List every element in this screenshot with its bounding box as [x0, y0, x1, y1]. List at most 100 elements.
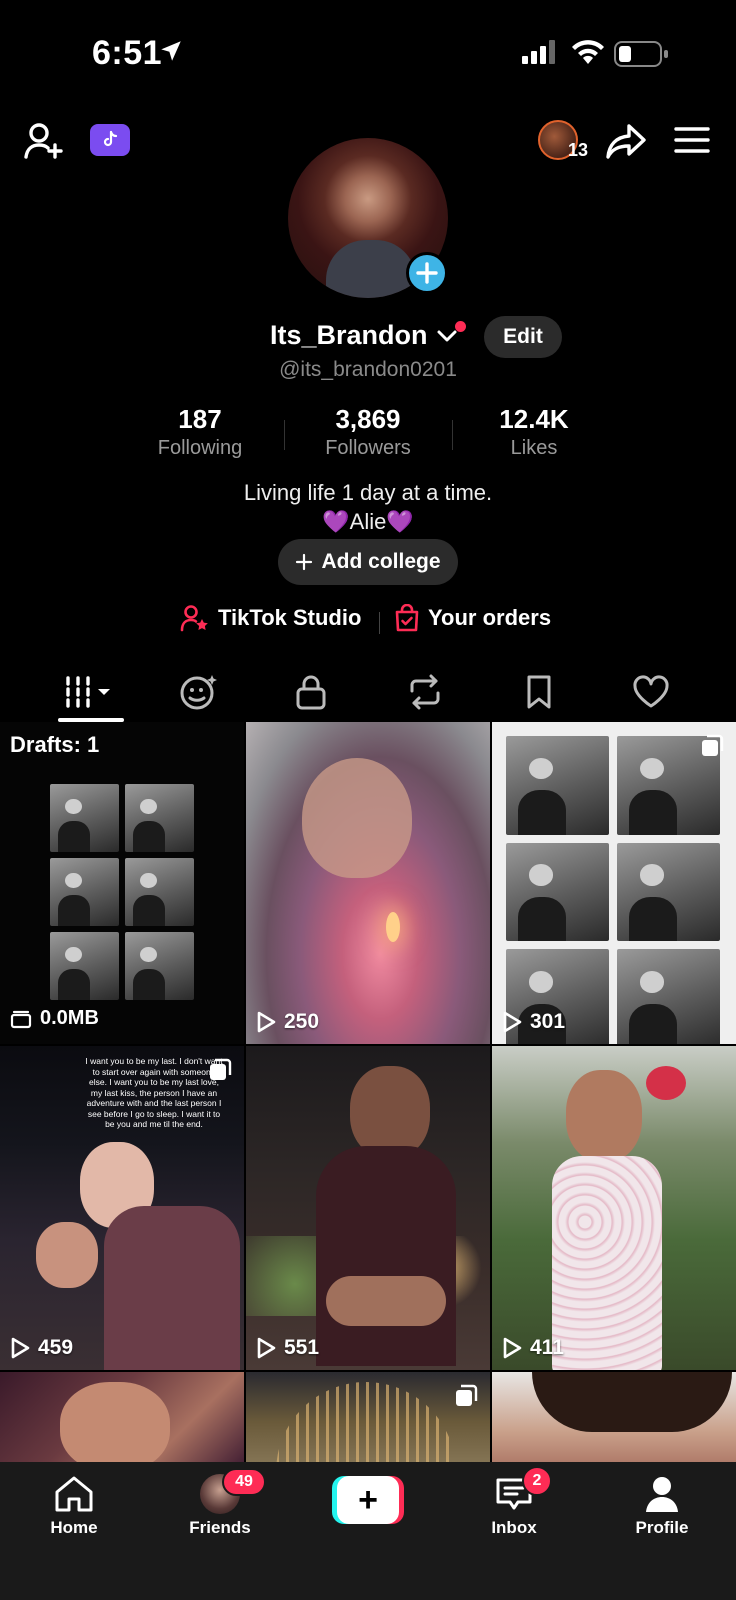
video-tile[interactable] [246, 1372, 490, 1472]
stat-divider [452, 420, 453, 450]
story-count: 13 [568, 140, 589, 160]
name-row: Its_Brandon Edit [0, 316, 736, 360]
view-count-value: 551 [284, 1336, 320, 1359]
profile-bio: Living life 1 day at a time. 💜Alie💜 [0, 478, 736, 536]
stat-likes[interactable]: 12.4K Likes [454, 404, 614, 460]
tab-liked[interactable] [594, 664, 707, 720]
view-count: 250 [256, 1010, 319, 1034]
video-overlay-text: I want you to be my last. I don't want t… [85, 1056, 223, 1129]
profile-stats: 187 Following 3,869 Followers 12.4K Like… [0, 404, 736, 464]
tab-favorites[interactable] [482, 664, 595, 720]
share-profile-button[interactable] [602, 118, 650, 166]
video-thumbnail-shirt [316, 1146, 456, 1366]
menu-button[interactable] [672, 120, 712, 160]
status-bar: 6:51 [0, 0, 736, 100]
plus-icon: + [337, 1476, 399, 1524]
video-tile[interactable]: I want you to be my last. I don't want t… [0, 1046, 244, 1370]
video-tile[interactable]: 301 [492, 722, 736, 1044]
view-count-value: 459 [38, 1336, 74, 1359]
tab-repost[interactable] [368, 664, 481, 720]
profile-username[interactable]: Its_Brandon [270, 320, 428, 351]
stat-divider [284, 420, 285, 450]
stat-label: Following [157, 437, 243, 459]
add-college-button[interactable]: Add college [278, 539, 458, 585]
play-icon [503, 1337, 522, 1359]
grid-videos-icon [65, 676, 110, 708]
wifi-icon [570, 38, 606, 71]
profile-handle: @its_brandon0201 [279, 358, 457, 381]
profile-tabs [0, 664, 736, 722]
arch-lights [276, 1382, 456, 1472]
drafts-size: 0.0MB [10, 1007, 99, 1030]
profile-avatar[interactable] [288, 138, 448, 298]
stat-label: Followers [325, 437, 411, 459]
shopping-bag-check-icon [395, 604, 419, 632]
video-thumbnail-face [350, 1066, 430, 1158]
video-tile[interactable]: 250 [246, 722, 490, 1044]
view-count-value: 411 [530, 1336, 564, 1359]
nav-friends-label: Friends [189, 1518, 251, 1537]
multi-photo-icon [454, 1384, 478, 1413]
video-tile[interactable] [492, 1372, 736, 1472]
chevron-down-icon[interactable] [436, 328, 458, 349]
multi-photo-icon [700, 734, 724, 763]
create-video-button[interactable]: + [332, 1476, 404, 1524]
nav-home[interactable]: Home [14, 1474, 134, 1538]
video-thumbnail-face [302, 758, 412, 878]
photostrip-thumbnail [506, 736, 720, 1044]
drafts-stack-icon [10, 1010, 32, 1028]
friends-badge: 49 [222, 1468, 266, 1496]
tab-videos[interactable] [34, 664, 147, 720]
tab-reposts-emoji[interactable] [142, 664, 255, 720]
video-tile[interactable] [0, 1372, 244, 1472]
view-count-value: 301 [530, 1010, 566, 1033]
home-icon [55, 1476, 93, 1512]
tiktok-studio-link[interactable]: TikTok Studio [180, 604, 361, 632]
notification-dot [455, 321, 466, 332]
add-friend-button[interactable] [20, 118, 68, 166]
floral-dress [552, 1156, 662, 1370]
play-icon [503, 1011, 522, 1033]
links-divider [379, 612, 380, 634]
view-count: 301 [502, 1010, 565, 1034]
video-thumbnail-face [60, 1382, 170, 1472]
edit-profile-button[interactable]: Edit [484, 316, 562, 358]
music-note-icon [103, 130, 118, 147]
bio-line: 💜Alie💜 [322, 509, 414, 534]
status-time: 6:51 [92, 34, 163, 72]
view-count-value: 250 [284, 1010, 320, 1033]
tab-private[interactable] [254, 664, 367, 720]
hamburger-menu-icon [674, 127, 710, 153]
hibiscus-flower [646, 1066, 686, 1100]
cellular-signal-icon [522, 40, 558, 69]
battery-icon [614, 40, 670, 73]
nav-inbox-label: Inbox [491, 1518, 537, 1537]
tiktok-music-badge-button[interactable] [90, 124, 130, 156]
bookmark-icon [527, 675, 550, 709]
drafts-label: Drafts: 1 [10, 732, 100, 757]
bio-line: Living life 1 day at a time. [243, 480, 493, 505]
repost-icon [410, 674, 439, 710]
stat-value: 187 [178, 404, 222, 434]
view-count: 459 [10, 1336, 73, 1360]
nav-inbox[interactable]: Inbox [454, 1474, 574, 1538]
play-icon [257, 1011, 276, 1033]
your-orders-link[interactable]: Your orders [394, 604, 551, 632]
bottom-nav: Home Friends 49 + Inbox 2 Profile [0, 1462, 736, 1600]
add-story-button[interactable] [406, 252, 448, 294]
add-person-icon [24, 123, 63, 159]
video-tile[interactable]: 551 [246, 1046, 490, 1370]
stat-followers[interactable]: 3,869 Followers [288, 404, 448, 460]
multi-photo-icon [208, 1058, 232, 1087]
drafts-tile[interactable]: Drafts: 1 0.0MB [0, 722, 244, 1044]
nav-home-label: Home [50, 1518, 98, 1537]
stat-following[interactable]: 187 Following [120, 404, 280, 460]
view-count: 551 [256, 1336, 319, 1360]
nav-profile[interactable]: Profile [602, 1474, 722, 1538]
profile-links: TikTok Studio Your orders [0, 604, 736, 640]
studio-person-star-icon [180, 605, 208, 632]
emoji-sparkle-icon [180, 675, 217, 710]
video-tile[interactable]: 411 [492, 1046, 736, 1370]
lock-icon [296, 675, 325, 710]
heart-icon [632, 675, 669, 708]
